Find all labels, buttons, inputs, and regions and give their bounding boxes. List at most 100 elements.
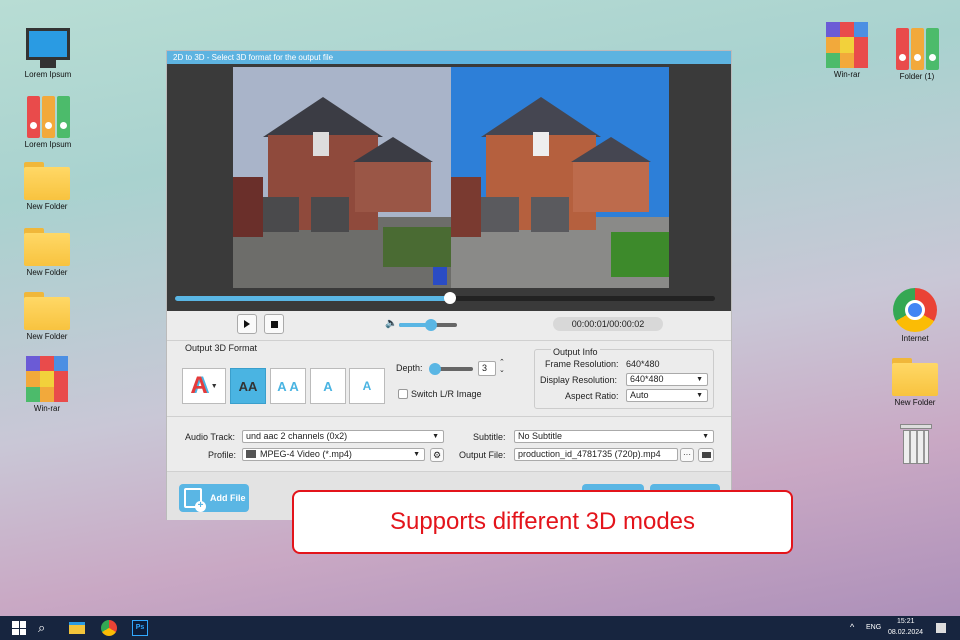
folder-icon <box>24 228 70 266</box>
aspect-ratio-select[interactable]: Auto ▼ <box>626 389 708 402</box>
windows-start-icon[interactable] <box>12 621 26 635</box>
search-icon[interactable]: ⌕ <box>38 620 54 636</box>
desktop-icon-label: New Folder <box>26 332 68 341</box>
subtitle-select[interactable]: No Subtitle ▼ <box>514 430 714 443</box>
output-info-heading: Output Info <box>551 347 600 357</box>
subtitle-value: No Subtitle <box>518 431 563 441</box>
desktop-icon-winrar[interactable]: Win-rar <box>12 356 82 413</box>
gear-icon: ⚙ <box>432 450 442 460</box>
profile-select[interactable]: MPEG-4 Video (*.mp4) ▼ <box>242 448 425 461</box>
file-explorer-icon[interactable] <box>69 622 85 634</box>
desktop-icon-label: Folder (1) <box>899 72 935 81</box>
language-indicator[interactable]: ENG <box>866 624 881 631</box>
mode-top-bottom-half[interactable]: A <box>310 368 346 404</box>
display-resolution-select[interactable]: 640*480 ▼ <box>626 373 708 386</box>
chrome-icon <box>893 288 937 332</box>
photoshop-icon[interactable]: Ps <box>132 620 148 636</box>
mode-side-by-side[interactable]: A A <box>270 368 306 404</box>
add-file-icon: + <box>184 488 206 512</box>
desktop-icon-computer[interactable]: Lorem Ipsum <box>13 28 83 79</box>
volume-icon: 🔈 <box>385 318 398 329</box>
frame-resolution-value: 640*480 <box>626 359 660 369</box>
format-heading: Output 3D Format <box>185 343 258 353</box>
chevron-down-icon: ▼ <box>702 433 709 440</box>
seek-fill <box>175 296 451 301</box>
depth-slider[interactable] <box>429 363 473 375</box>
depth-label: Depth: <box>396 363 423 373</box>
chrome-icon[interactable] <box>101 620 117 636</box>
play-icon <box>244 320 250 328</box>
desktop-icon-label: New Folder <box>26 268 68 277</box>
audio-track-select[interactable]: und aac 2 channels (0x2) ▼ <box>242 430 444 443</box>
clock-time[interactable]: 15:21 <box>897 618 915 625</box>
add-file-button[interactable]: + Add File <box>179 484 249 512</box>
mode-top-bottom[interactable]: A <box>349 368 385 404</box>
desktop-icon-label: Internet <box>901 334 929 343</box>
folder-icon <box>24 292 70 330</box>
folder-icon <box>24 162 70 200</box>
taskbar: ⌕ Ps ^ ENG 15:21 08.02.2024 <box>0 616 960 640</box>
output-file-value: production_id_4781735 (720p).mp4 <box>518 449 661 459</box>
time-display: 00:00:01/00:00:02 <box>553 317 663 331</box>
chevron-down-icon: ▼ <box>210 382 218 390</box>
desktop-icon-label: Win-rar <box>833 70 861 79</box>
depth-stepper[interactable]: ⌃ ⌄ <box>499 359 505 375</box>
stop-icon <box>270 320 278 328</box>
subtitle-label: Subtitle: <box>473 432 506 442</box>
binders-icon <box>25 96 71 138</box>
profile-label: Profile: <box>208 450 237 460</box>
recycle-bin-icon[interactable] <box>900 424 932 464</box>
tray-chevron-icon[interactable]: ^ <box>850 622 854 632</box>
desktop-icon-folder[interactable]: New Folder <box>12 162 82 211</box>
mp4-icon <box>246 450 256 458</box>
desktop-icon-label: Win-rar <box>33 404 61 413</box>
anaglyph-mode-button[interactable]: A ▼ <box>182 368 226 404</box>
desktop-icon-folder[interactable]: New Folder <box>12 292 82 341</box>
audio-track-value: und aac 2 channels (0x2) <box>246 431 348 441</box>
display-resolution-label: Display Resolution: <box>540 375 618 385</box>
browse-button[interactable]: ··· <box>680 448 694 462</box>
profile-settings-button[interactable]: ⚙ <box>430 448 444 462</box>
divider <box>167 340 731 341</box>
play-button[interactable] <box>237 314 257 334</box>
desktop-icon-chrome[interactable]: Internet <box>880 288 950 343</box>
winrar-icon <box>826 22 868 68</box>
open-folder-button[interactable] <box>698 448 714 462</box>
folder-icon <box>892 358 938 396</box>
original-frame <box>233 67 451 288</box>
audio-track-label: Audio Track: <box>185 432 236 442</box>
chevron-down-icon: ▼ <box>413 451 420 458</box>
clock-date[interactable]: 08.02.2024 <box>888 629 923 636</box>
seek-slider[interactable] <box>175 292 715 304</box>
stop-button[interactable] <box>264 314 284 334</box>
volume-slider[interactable] <box>399 319 457 331</box>
video-preview <box>167 64 731 311</box>
output-file-label: Output File: <box>459 450 506 460</box>
3d-preview-frame <box>451 67 669 288</box>
switch-lr-checkbox[interactable] <box>398 389 408 399</box>
volume-handle[interactable] <box>424 319 437 331</box>
aspect-ratio-value: Auto <box>630 390 649 400</box>
desktop-icon-label: Lorem Ipsum <box>24 70 72 79</box>
aspect-ratio-label: Aspect Ratio: <box>565 391 619 401</box>
desktop-icon-folder[interactable]: New Folder <box>12 228 82 277</box>
seek-handle[interactable] <box>444 292 457 304</box>
computer-icon <box>26 28 70 68</box>
frame-resolution-label: Frame Resolution: <box>545 359 619 369</box>
desktop-icon-label: Lorem Ipsum <box>24 140 72 149</box>
desktop-icon-binders[interactable]: Folder (1) <box>882 28 952 81</box>
desktop-icon-binders[interactable]: Lorem Ipsum <box>13 96 83 149</box>
add-file-label: Add File <box>210 493 246 503</box>
app-window: 2D to 3D - Select 3D format for the outp… <box>166 50 732 520</box>
desktop-icon-folder[interactable]: New Folder <box>880 358 950 407</box>
depth-handle[interactable] <box>429 363 441 375</box>
desktop-icon-label: New Folder <box>894 398 936 407</box>
desktop-icon-winrar[interactable]: Win-rar <box>812 22 882 79</box>
notification-icon[interactable] <box>936 623 946 633</box>
output-file-input[interactable]: production_id_4781735 (720p).mp4 <box>514 448 678 461</box>
window-title: 2D to 3D - Select 3D format for the outp… <box>167 51 731 64</box>
desktop-icon-label: New Folder <box>26 202 68 211</box>
mode-side-by-side-half[interactable]: AA <box>230 368 266 404</box>
folder-icon <box>701 452 711 458</box>
depth-input[interactable]: 3 <box>478 361 496 376</box>
